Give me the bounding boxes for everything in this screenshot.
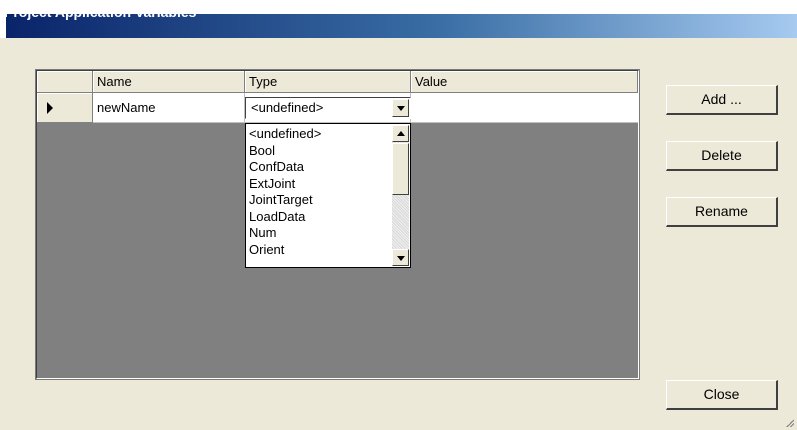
type-option[interactable]: JointTarget xyxy=(249,192,321,209)
column-header-name[interactable]: Name xyxy=(93,71,245,93)
type-option[interactable]: <undefined> xyxy=(249,126,321,143)
title-bar: Project Application Variables xyxy=(0,0,797,38)
type-combobox[interactable]: <undefined> xyxy=(245,97,411,119)
scroll-up-button[interactable] xyxy=(392,125,409,142)
type-option[interactable]: Orient xyxy=(249,242,321,259)
triangle-right-icon xyxy=(47,102,53,114)
scroll-down-button[interactable] xyxy=(392,249,409,266)
row-selector[interactable] xyxy=(37,93,93,123)
column-header-type[interactable]: Type xyxy=(245,71,411,93)
cell-value[interactable] xyxy=(411,93,638,123)
chevron-down-icon xyxy=(397,106,405,111)
scroll-thumb[interactable] xyxy=(392,143,409,195)
arrow-down-icon xyxy=(397,256,405,261)
column-header-value[interactable]: Value xyxy=(411,71,638,93)
type-option[interactable]: Bool xyxy=(249,143,321,160)
window-title: Project Application Variables xyxy=(4,4,197,20)
row-header-corner xyxy=(37,71,93,93)
resize-grip-icon[interactable] xyxy=(784,417,794,427)
type-option[interactable]: Num xyxy=(249,225,321,242)
variables-grid[interactable]: Name Type Value newName <undefined> <und… xyxy=(35,69,640,380)
arrow-up-icon xyxy=(397,131,405,136)
type-option[interactable]: ConfData xyxy=(249,159,321,176)
type-option[interactable]: ExtJoint xyxy=(249,176,321,193)
rename-button[interactable]: Rename xyxy=(666,197,778,227)
dropdown-scrollbar[interactable] xyxy=(392,125,409,266)
type-combobox-value: <undefined> xyxy=(251,100,324,115)
type-option[interactable]: LoadData xyxy=(249,209,321,226)
close-button[interactable]: Close xyxy=(666,380,778,410)
add-button[interactable]: Add ... xyxy=(666,85,778,115)
type-dropdown-list[interactable]: <undefined> Bool ConfData ExtJoint Joint… xyxy=(245,123,411,268)
delete-button[interactable]: Delete xyxy=(666,141,778,171)
cell-name[interactable]: newName xyxy=(93,93,245,123)
type-combobox-button[interactable] xyxy=(392,99,409,117)
